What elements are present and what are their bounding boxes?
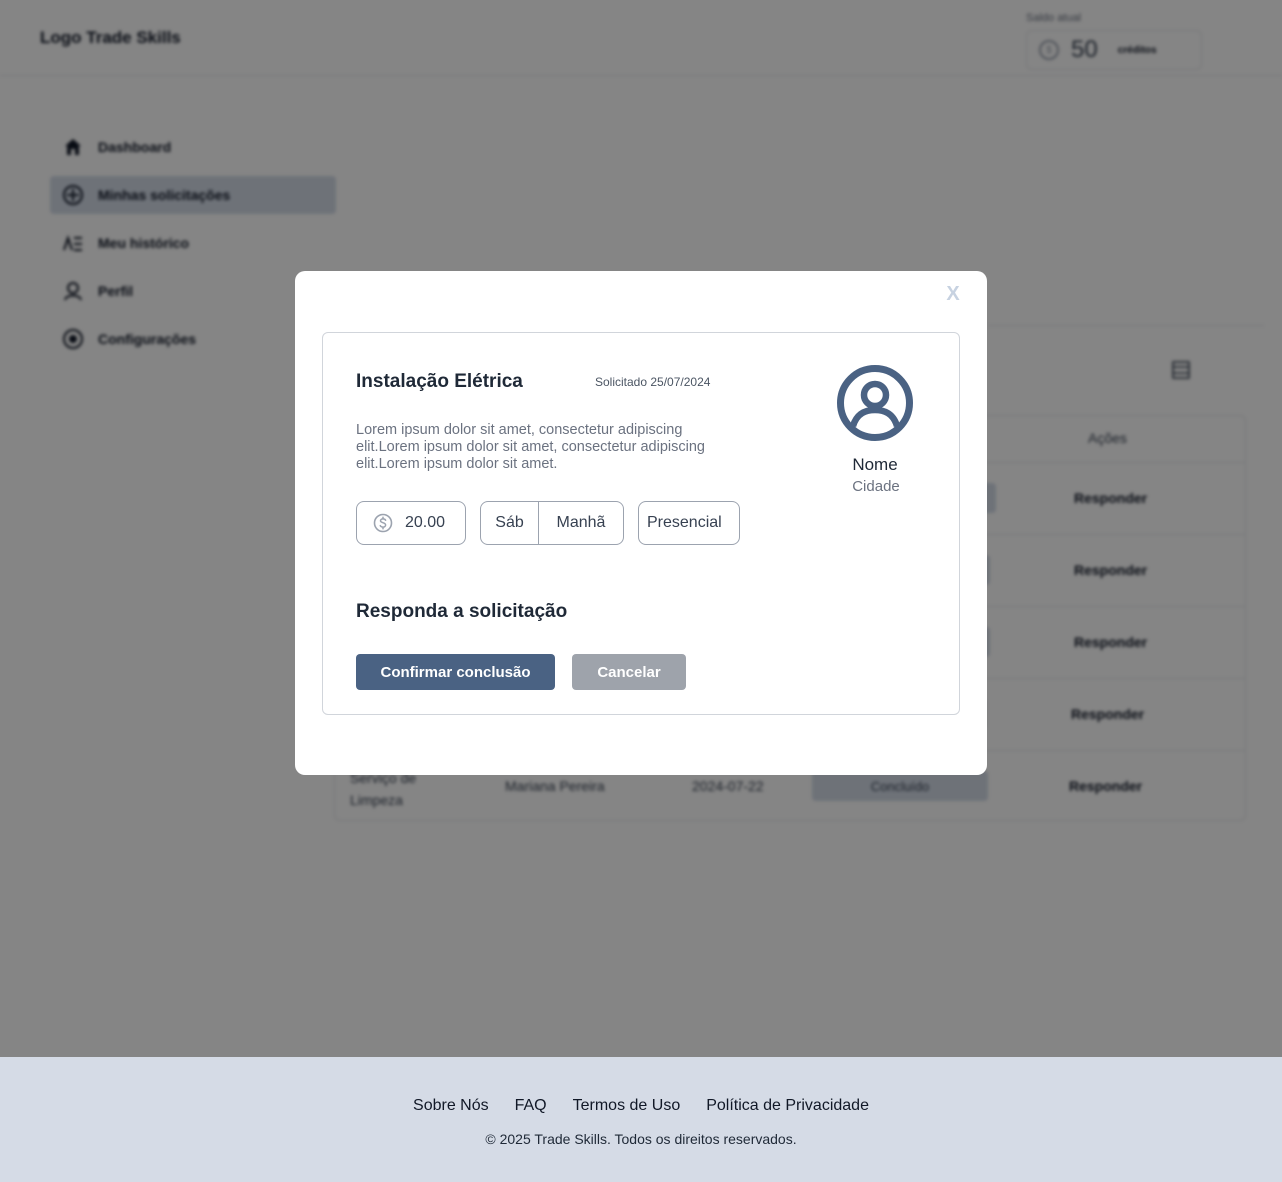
footer-link-privacy[interactable]: Política de Privacidade bbox=[706, 1097, 869, 1115]
provider-name: Nome bbox=[852, 455, 898, 474]
request-title: Instalação Elétrica bbox=[356, 371, 523, 392]
footer-link-about[interactable]: Sobre Nós bbox=[413, 1097, 489, 1115]
request-date: Solicitado 25/07/2024 bbox=[595, 375, 711, 389]
coin-icon bbox=[373, 513, 393, 533]
close-button[interactable]: X bbox=[940, 280, 966, 308]
price-value: 20.00 bbox=[405, 514, 446, 531]
schedule-period: Manhã bbox=[556, 514, 606, 531]
user-circle-icon bbox=[837, 365, 913, 441]
schedule-chip: Sáb Manhã bbox=[480, 501, 624, 545]
service-mode: Presencial bbox=[647, 514, 722, 531]
cancel-button[interactable]: Cancelar bbox=[572, 654, 686, 690]
footer-link-terms[interactable]: Termos de Uso bbox=[573, 1097, 681, 1115]
price-chip: 20.00 bbox=[356, 501, 466, 545]
schedule-day: Sáb bbox=[481, 502, 539, 544]
respond-title: Responda a solicitação bbox=[356, 601, 568, 622]
confirm-completion-button[interactable]: Confirmar conclusão bbox=[356, 654, 555, 690]
mode-chip: Presencial bbox=[638, 501, 740, 545]
footer-link-faq[interactable]: FAQ bbox=[515, 1097, 547, 1115]
footer-copyright: © 2025 Trade Skills. Todos os direitos r… bbox=[485, 1131, 797, 1147]
avatar bbox=[836, 364, 914, 442]
request-description: Lorem ipsum dolor sit amet, consectetur … bbox=[356, 422, 705, 472]
provider-city: Cidade bbox=[852, 478, 900, 495]
footer-links: Sobre Nós FAQ Termos de Uso Política de … bbox=[0, 1097, 1282, 1115]
footer: Sobre Nós FAQ Termos de Uso Política de … bbox=[0, 1057, 1282, 1182]
